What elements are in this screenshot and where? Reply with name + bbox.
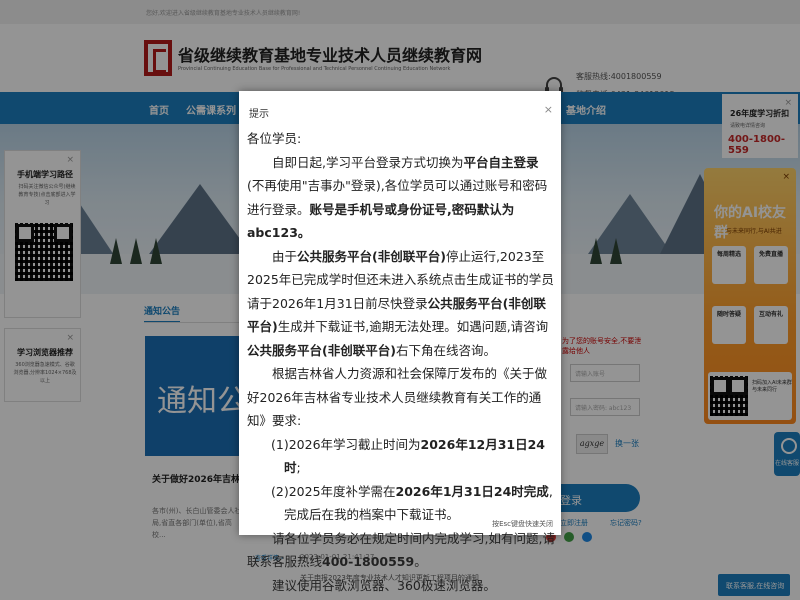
modal-paragraph: 自即日起,学习平台登录方式切换为平台自主登录(不再使用"吉事办"登录),各位学员… [247, 154, 548, 241]
modal-title: 提示 [249, 109, 269, 120]
modal-list-item: (1)2026年学习截止时间为2026年12月31日24时; [271, 436, 546, 476]
modal-paragraph: 建议使用谷歌浏览器、360极速浏览器。 [272, 577, 496, 593]
modal-footer-hint: 按Esc键盘快速关闭 [492, 520, 553, 528]
modal-paragraph: 根据吉林省人力资源和社会保障厅发布的《关于做好2026年吉林省专业技术人员继续教… [247, 366, 548, 428]
modal-paragraph: 由于公共服务平台(非创联平台)停止运行,2023至2025年已完成学时但还未进入… [247, 248, 554, 358]
modal-greeting: 各位学员: [247, 131, 302, 146]
notice-modal: 提示 × 各位学员: 自即日起,学习平台登录方式切换为平台自主登录(不再使用"吉… [239, 91, 561, 593]
modal-paragraph: 请各位学员务必在规定时间内完成学习,如有问题,请联系客服热线400-180055… [247, 530, 555, 570]
close-icon[interactable]: × [544, 103, 553, 116]
modal-header: 提示 × [239, 91, 561, 127]
